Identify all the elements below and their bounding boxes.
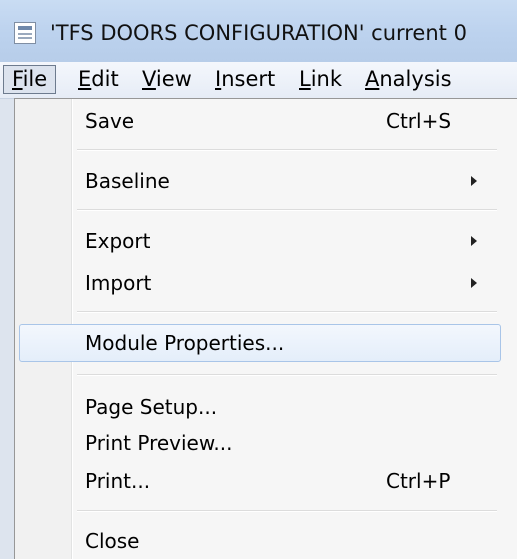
menu-item-import-label: Import — [85, 271, 152, 295]
menu-item-export-label: Export — [85, 229, 151, 253]
menu-item-page-setup[interactable]: Page Setup... — [19, 389, 501, 425]
menu-item-save[interactable]: Save Ctrl+S — [19, 103, 501, 139]
menu-view-mnemonic: V — [142, 67, 156, 91]
submenu-arrow-icon — [471, 278, 477, 288]
menu-analysis[interactable]: Analysis — [357, 65, 460, 94]
menu-edit[interactable]: Edit — [70, 65, 127, 94]
submenu-arrow-icon — [471, 176, 477, 186]
menu-separator — [77, 149, 497, 151]
menu-insert[interactable]: Insert — [207, 65, 283, 94]
menu-separator — [77, 311, 497, 313]
menu-item-save-shortcut: Ctrl+S — [386, 109, 452, 133]
menu-file[interactable]: File — [3, 65, 57, 94]
menu-analysis-mnemonic: A — [365, 67, 380, 91]
title-bar: 'TFS DOORS CONFIGURATION' current 0 — [0, 0, 517, 62]
menu-separator — [77, 510, 497, 512]
menu-item-save-label: Save — [85, 109, 135, 133]
menu-link[interactable]: Link — [291, 65, 350, 94]
menu-item-print-preview-label: Print Preview... — [85, 431, 233, 455]
menu-file-label: ile — [22, 67, 48, 91]
menu-item-import[interactable]: Import — [19, 265, 501, 301]
menu-item-module-properties[interactable]: Module Properties... — [19, 324, 501, 362]
menu-item-baseline[interactable]: Baseline — [19, 163, 501, 199]
menu-item-print-label: Print... — [85, 469, 151, 493]
menu-edit-mnemonic: E — [78, 67, 92, 91]
menu-link-mnemonic: L — [299, 67, 311, 91]
menu-file-mnemonic: F — [12, 67, 23, 91]
menu-item-baseline-label: Baseline — [85, 169, 170, 193]
menu-item-print-shortcut: Ctrl+P — [386, 469, 451, 493]
menu-item-page-setup-label: Page Setup... — [85, 395, 218, 419]
menu-link-label: ink — [310, 67, 343, 91]
menu-item-print-preview[interactable]: Print Preview... — [19, 425, 501, 461]
menu-item-close-label: Close — [85, 529, 140, 553]
menu-item-module-properties-label: Module Properties... — [85, 331, 285, 355]
window-title: 'TFS DOORS CONFIGURATION' current 0 — [50, 21, 467, 45]
window-background — [0, 99, 14, 559]
file-menu-dropdown: Save Ctrl+S Baseline Export Import Modul… — [14, 98, 517, 559]
menu-insert-label: nsert — [221, 67, 276, 91]
menu-separator — [77, 209, 497, 211]
menu-bar: File Edit View Insert Link Analysis — [0, 62, 517, 99]
menu-item-print[interactable]: Print... Ctrl+P — [19, 463, 501, 499]
menu-analysis-label: nalysis — [379, 67, 452, 91]
menu-edit-label: dit — [91, 67, 119, 91]
module-document-icon — [14, 22, 36, 44]
menu-separator — [77, 374, 497, 376]
submenu-arrow-icon — [471, 236, 477, 246]
menu-view[interactable]: View — [134, 65, 200, 94]
menu-item-export[interactable]: Export — [19, 223, 501, 259]
menu-item-close[interactable]: Close — [19, 523, 501, 559]
menu-view-label: iew — [155, 67, 192, 91]
